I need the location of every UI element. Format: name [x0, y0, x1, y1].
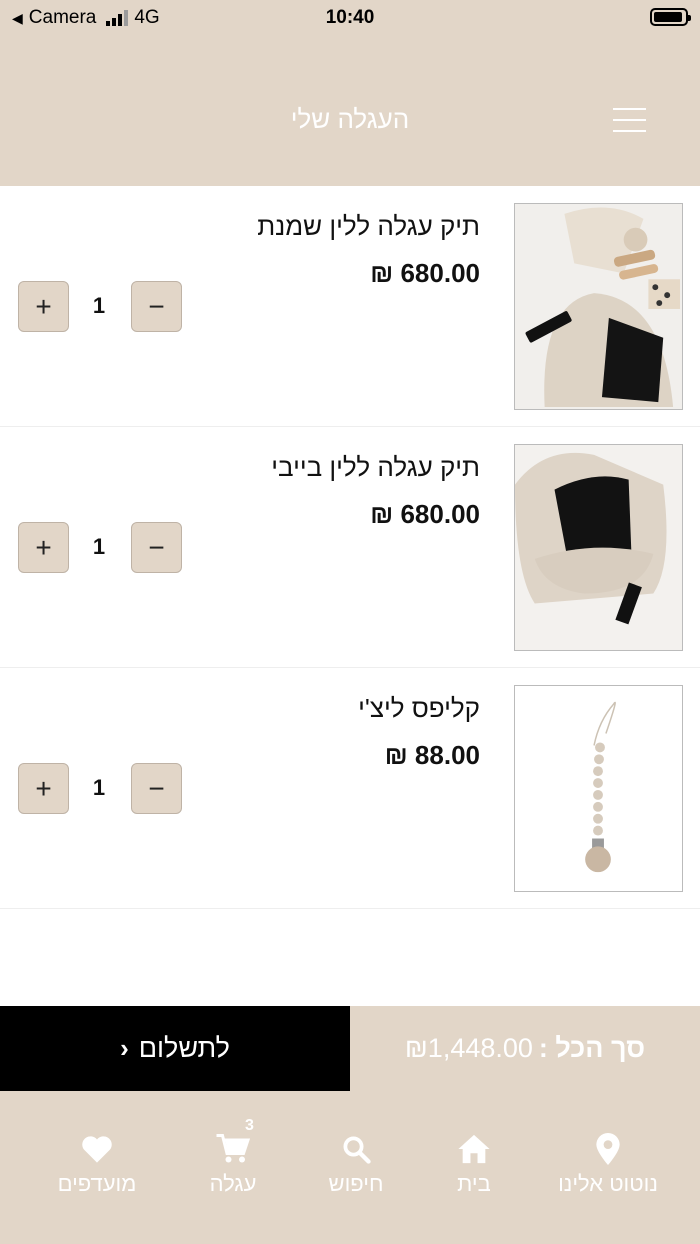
- status-bar: ◀ Camera 4G 10:40: [0, 0, 700, 36]
- tab-contact[interactable]: נוטוט אלינו: [538, 1131, 678, 1197]
- product-image[interactable]: [514, 444, 683, 651]
- tab-cart-label: עגלה: [209, 1171, 257, 1196]
- product-price: 680.00 ₪: [370, 258, 480, 288]
- checkout-label: לתשלום: [138, 1033, 230, 1063]
- page-title: העגלה שלי: [290, 104, 410, 134]
- status-time: 10:40: [325, 7, 375, 28]
- bottom-tab-bar: מועדפים 3 עגלה חיפוש בית נוטוט אלינו: [0, 1091, 700, 1244]
- total-label: סך הכל :: [538, 1033, 646, 1063]
- hamburger-menu-icon[interactable]: [613, 108, 646, 132]
- product-price: 88.00 ₪: [384, 740, 480, 770]
- product-name[interactable]: תיק עגלה ללין שמנת: [257, 211, 480, 242]
- chevron-left-icon: ‹: [120, 1033, 129, 1063]
- cart-items-list: תיק עגלה ללין שמנת 680.00 ₪ + 1 − תיק עג…: [0, 186, 700, 909]
- app-header: העגלה שלי: [0, 36, 700, 186]
- quantity-value: 1: [92, 293, 106, 318]
- cart-item: תיק עגלה ללין שמנת 680.00 ₪ + 1 −: [0, 186, 700, 427]
- tab-favorites-label: מועדפים: [57, 1171, 137, 1196]
- tab-home-label: בית: [457, 1171, 491, 1196]
- checkout-bar: לתשלום ‹ סך הכל : ₪1,448.00: [0, 1006, 700, 1091]
- cart-total: סך הכל : ₪1,448.00: [350, 1006, 700, 1091]
- increase-quantity-button[interactable]: +: [18, 763, 69, 814]
- total-value: ₪1,448.00: [404, 1033, 533, 1063]
- cart-item: קליפס ליצ'י 88.00 ₪ + 1 −: [0, 668, 700, 909]
- product-name[interactable]: תיק עגלה ללין בייבי: [271, 452, 480, 483]
- tab-home[interactable]: בית: [404, 1131, 544, 1197]
- battery-icon: [650, 8, 691, 26]
- tab-contact-label: נוטוט אלינו: [558, 1171, 658, 1196]
- tab-cart[interactable]: 3 עגלה: [163, 1117, 303, 1197]
- cart-icon: 3: [163, 1117, 303, 1167]
- tab-favorites[interactable]: מועדפים: [27, 1131, 167, 1197]
- product-name[interactable]: קליפס ליצ'י: [358, 693, 480, 724]
- product-image[interactable]: [514, 203, 683, 410]
- increase-quantity-button[interactable]: +: [18, 281, 69, 332]
- quantity-value: 1: [92, 534, 106, 559]
- location-pin-icon: [538, 1131, 678, 1167]
- product-price: 680.00 ₪: [370, 499, 480, 529]
- decrease-quantity-button[interactable]: −: [131, 522, 182, 573]
- product-image[interactable]: [514, 685, 683, 892]
- increase-quantity-button[interactable]: +: [18, 522, 69, 573]
- checkout-button[interactable]: לתשלום ‹: [0, 1006, 350, 1091]
- decrease-quantity-button[interactable]: −: [131, 763, 182, 814]
- cart-count-badge: 3: [245, 1117, 254, 1134]
- quantity-value: 1: [92, 775, 106, 800]
- home-icon: [404, 1131, 544, 1167]
- decrease-quantity-button[interactable]: −: [131, 281, 182, 332]
- heart-icon: [27, 1131, 167, 1167]
- cart-item: תיק עגלה ללין בייבי 680.00 ₪ + 1 −: [0, 427, 700, 668]
